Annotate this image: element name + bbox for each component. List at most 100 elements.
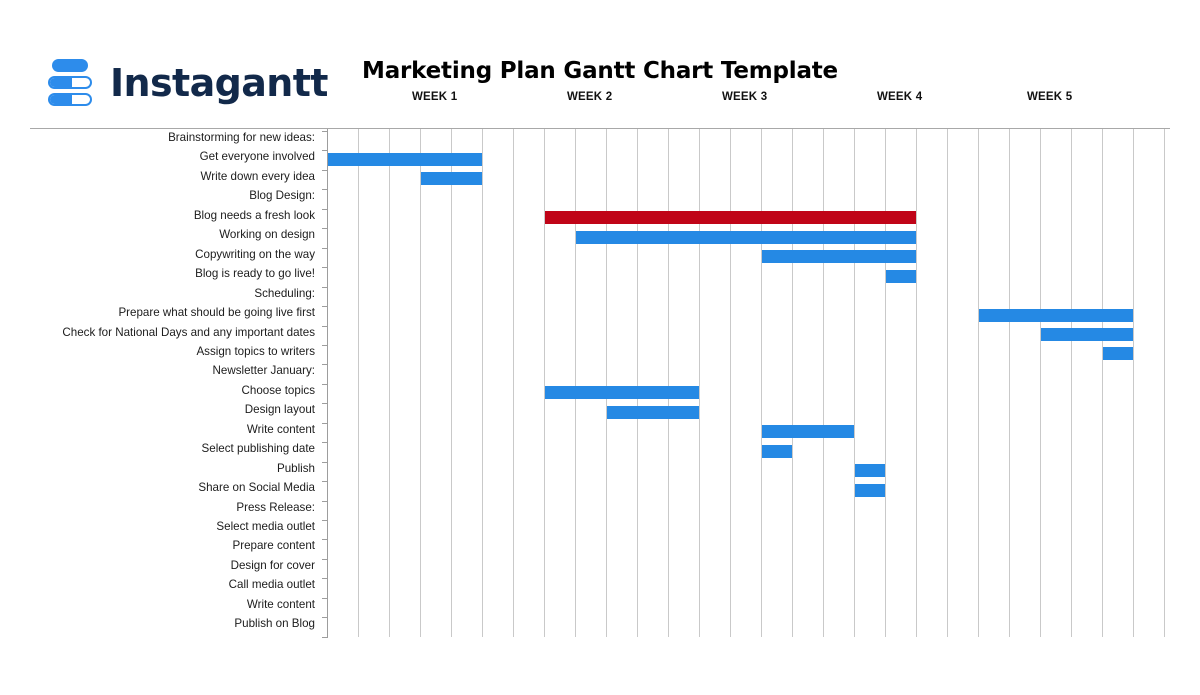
gridline bbox=[637, 129, 638, 637]
axis-tick bbox=[322, 248, 328, 249]
gridline bbox=[730, 129, 731, 637]
gridline bbox=[482, 129, 483, 637]
week-label-row: WEEK 1 WEEK 2 WEEK 3 WEEK 4 WEEK 5 bbox=[0, 91, 1200, 111]
task-label: Check for National Days and any importan… bbox=[62, 325, 315, 339]
task-label: Publish on Blog bbox=[234, 617, 315, 631]
task-label: Copywriting on the way bbox=[195, 247, 315, 261]
page-title: Marketing Plan Gantt Chart Template bbox=[362, 58, 838, 84]
axis-tick bbox=[322, 209, 328, 210]
axis-tick bbox=[322, 442, 328, 443]
axis-tick bbox=[322, 637, 328, 638]
axis-tick bbox=[322, 131, 328, 132]
gridline bbox=[575, 129, 576, 637]
gridline bbox=[1071, 129, 1072, 637]
task-label: Get everyone involved bbox=[199, 150, 315, 164]
axis-tick bbox=[322, 598, 328, 599]
gridline bbox=[513, 129, 514, 637]
task-label: Working on design bbox=[219, 228, 315, 242]
axis-tick bbox=[322, 539, 328, 540]
gantt-bar[interactable] bbox=[762, 250, 916, 264]
week-label-3: WEEK 3 bbox=[722, 91, 768, 103]
task-label: Blog Design: bbox=[249, 189, 315, 203]
axis-tick bbox=[322, 326, 328, 327]
gantt-bar[interactable] bbox=[855, 464, 885, 478]
task-label: Design for cover bbox=[230, 558, 315, 572]
gantt-bar[interactable] bbox=[545, 386, 699, 400]
week-label-4: WEEK 4 bbox=[877, 91, 923, 103]
gantt-bar[interactable] bbox=[1041, 328, 1133, 341]
gantt-bar[interactable] bbox=[762, 425, 854, 439]
gantt-bar[interactable] bbox=[979, 308, 1133, 322]
week-label-2: WEEK 2 bbox=[567, 91, 613, 103]
axis-tick bbox=[322, 306, 328, 307]
task-label: Select media outlet bbox=[216, 520, 315, 533]
gridline bbox=[544, 129, 545, 637]
task-label: Select publishing date bbox=[201, 442, 315, 456]
axis-tick bbox=[322, 578, 328, 579]
gridline bbox=[1133, 129, 1134, 637]
task-label: Brainstorming for new ideas: bbox=[168, 131, 315, 144]
task-label: Press Release: bbox=[236, 500, 315, 514]
gridline bbox=[792, 129, 793, 637]
week-label-5: WEEK 5 bbox=[1027, 91, 1073, 103]
gridline bbox=[1040, 129, 1041, 637]
gridline bbox=[1164, 129, 1165, 637]
task-label: Assign topics to writers bbox=[196, 344, 315, 358]
gantt-plot-area bbox=[322, 129, 1172, 638]
chart-body: Brainstorming for new ideas: Get everyone… bbox=[0, 129, 1200, 649]
task-label: Scheduling: bbox=[254, 286, 315, 300]
gantt-bar[interactable] bbox=[576, 230, 916, 244]
task-label: Prepare content bbox=[232, 539, 316, 553]
gridline bbox=[885, 129, 886, 637]
task-label: Call media outlet bbox=[228, 578, 315, 592]
axis-tick bbox=[322, 228, 328, 229]
gridline bbox=[823, 129, 824, 637]
gridline bbox=[1009, 129, 1010, 637]
gantt-bar[interactable] bbox=[328, 152, 482, 166]
axis-tick bbox=[322, 403, 328, 404]
task-label: Write content bbox=[246, 422, 315, 436]
task-label-column: Brainstorming for new ideas: Get everyone… bbox=[30, 129, 315, 639]
gantt-chart-page: Instagantt Marketing Plan Gantt Chart Te… bbox=[0, 0, 1200, 695]
gridline bbox=[420, 129, 421, 637]
week-label-1: WEEK 1 bbox=[412, 91, 458, 103]
axis-tick bbox=[322, 520, 328, 521]
axis-tick bbox=[322, 150, 328, 151]
task-label: Prepare what should be going live first bbox=[118, 306, 315, 320]
axis-tick bbox=[322, 345, 328, 346]
task-label: Newsletter January: bbox=[212, 364, 315, 378]
gridline bbox=[947, 129, 948, 637]
task-label: Blog is ready to go live! bbox=[195, 267, 315, 281]
axis-tick bbox=[322, 170, 328, 171]
axis-tick bbox=[322, 481, 328, 482]
gantt-bar[interactable] bbox=[1103, 347, 1133, 361]
axis-tick bbox=[322, 501, 328, 502]
gridline bbox=[916, 129, 917, 637]
axis-tick bbox=[322, 267, 328, 268]
chart-header: Instagantt Marketing Plan Gantt Chart Te… bbox=[0, 0, 1200, 129]
axis-tick bbox=[322, 423, 328, 424]
axis-tick bbox=[322, 287, 328, 288]
gridline bbox=[978, 129, 979, 637]
axis-tick bbox=[322, 189, 328, 190]
gridline bbox=[761, 129, 762, 637]
task-label: Blog needs a fresh look bbox=[193, 208, 315, 222]
gridline bbox=[358, 129, 359, 637]
value-axis-line bbox=[327, 129, 328, 637]
gantt-bar[interactable] bbox=[421, 172, 482, 186]
gantt-bar[interactable] bbox=[607, 405, 699, 419]
gantt-bar[interactable] bbox=[545, 211, 916, 225]
task-label: Design layout bbox=[244, 403, 315, 417]
gantt-bar[interactable] bbox=[855, 483, 885, 497]
task-label: Share on Social Media bbox=[198, 481, 315, 495]
axis-tick bbox=[322, 559, 328, 560]
gantt-bar[interactable] bbox=[886, 269, 916, 283]
task-label: Write content bbox=[246, 597, 315, 611]
gantt-bar[interactable] bbox=[762, 444, 792, 458]
axis-tick bbox=[322, 462, 328, 463]
task-label: Publish bbox=[276, 461, 315, 475]
gridline bbox=[668, 129, 669, 637]
gridline bbox=[854, 129, 855, 637]
axis-tick bbox=[322, 617, 328, 618]
axis-tick bbox=[322, 364, 328, 365]
